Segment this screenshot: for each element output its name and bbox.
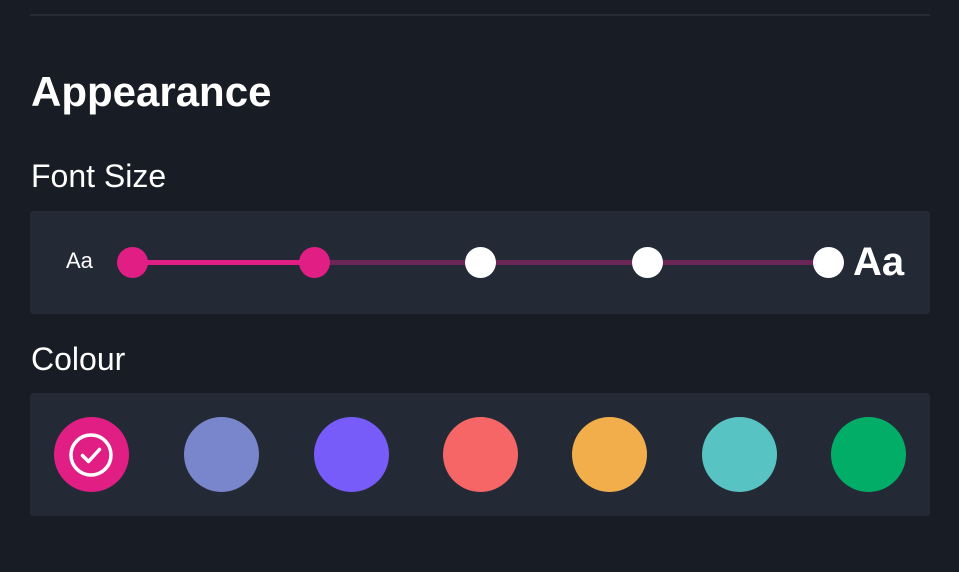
colour-swatch-coral[interactable]: [442, 417, 518, 492]
section-title-appearance: Appearance: [31, 68, 272, 115]
font-size-stop-5[interactable]: [812, 247, 844, 278]
colour-panel: [30, 393, 930, 516]
divider: [30, 14, 930, 16]
font-size-track-fill: [132, 260, 314, 265]
check-circle-icon: [69, 432, 113, 477]
font-size-panel: Aa Aa: [30, 211, 930, 314]
colour-label: Colour: [31, 341, 126, 377]
small-font-preview: Aa: [66, 248, 93, 273]
colour-swatch-amber[interactable]: [571, 417, 647, 492]
colour-swatch-pink[interactable]: [53, 417, 129, 492]
large-font-preview: Aa: [853, 240, 905, 284]
font-size-stop-3[interactable]: [464, 247, 496, 278]
colour-swatch-green[interactable]: [830, 417, 906, 492]
appearance-settings: Appearance Font Size Aa Aa Colour: [0, 0, 959, 572]
colour-swatch-periwinkle[interactable]: [183, 417, 259, 492]
font-size-stop-2[interactable]: [298, 247, 330, 278]
font-size-stop-1[interactable]: [116, 247, 148, 278]
font-size-stop-4[interactable]: [631, 247, 663, 278]
font-size-label: Font Size: [31, 158, 167, 194]
colour-swatch-violet[interactable]: [313, 417, 389, 492]
colour-swatch-teal[interactable]: [701, 417, 777, 492]
